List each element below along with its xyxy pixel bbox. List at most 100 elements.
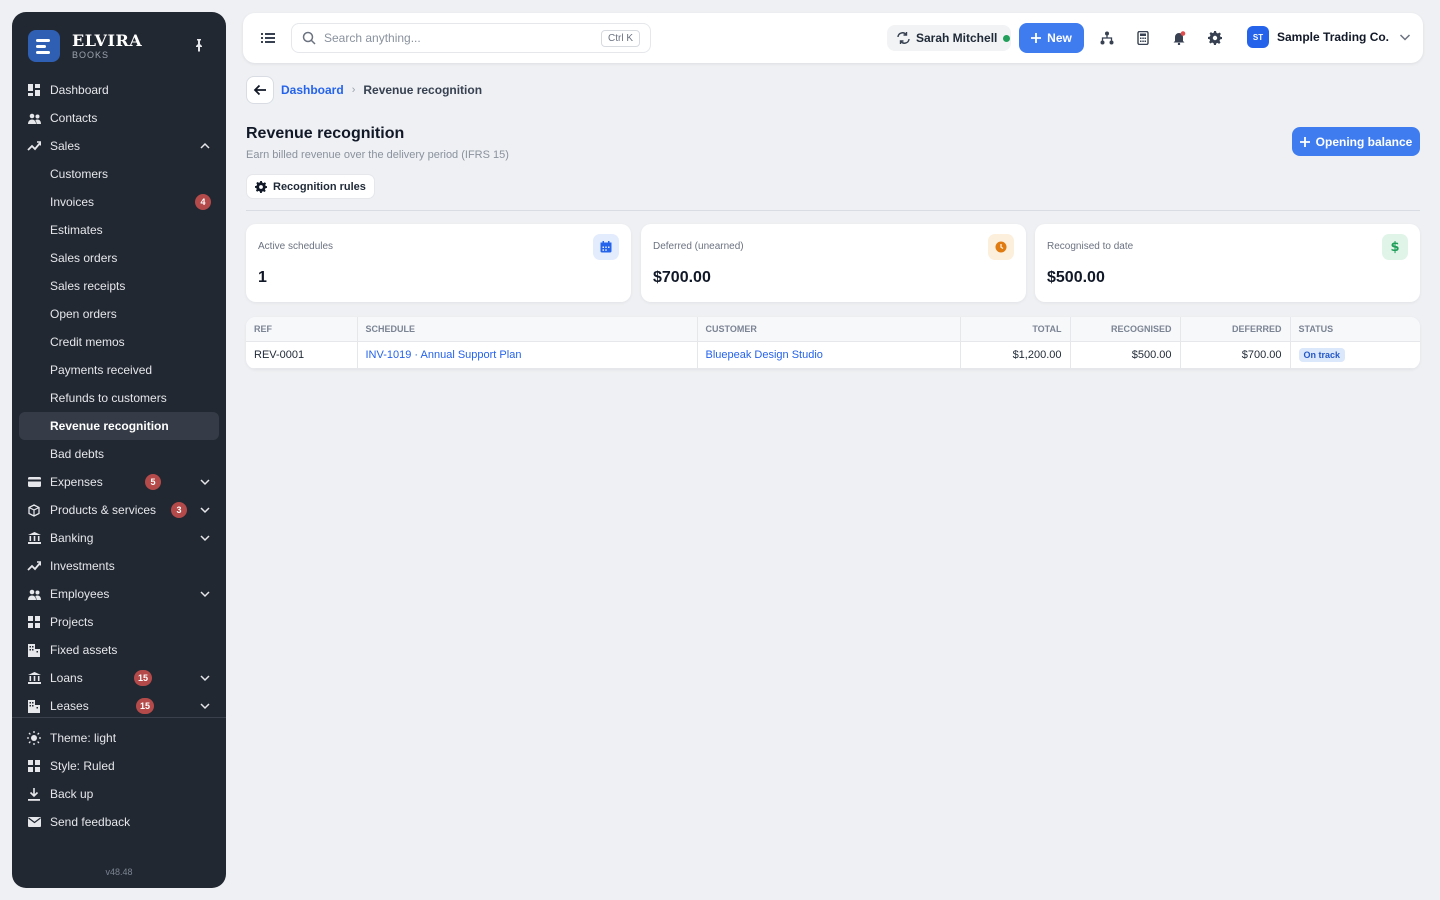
opening-balance-button[interactable]: Opening balance [1292,127,1420,156]
sidebar-item-label: Back up [50,787,94,801]
sidebar-item-label: Invoices [50,195,95,209]
breadcrumb-dashboard-link[interactable]: Dashboard [281,83,344,97]
column-header-customer[interactable]: CUSTOMER [697,317,961,342]
sidebar-item-refunds-to-customers[interactable]: Refunds to customers [19,384,219,412]
chevron-up-icon[interactable] [199,140,211,152]
sidebar-item-customers[interactable]: Customers [19,160,219,188]
sidebar-item-employees[interactable]: Employees [19,580,219,608]
cell-ref: REV-0001 [246,341,358,369]
breadcrumb-current: Revenue recognition [363,83,483,97]
sidebar-item-revenue-recognition[interactable]: Revenue recognition [19,412,219,440]
column-header-total[interactable]: TOTAL [960,317,1071,342]
sidebar-item-banking[interactable]: Banking [19,524,219,552]
company-avatar: ST [1247,26,1269,48]
sidebar-item-estimates[interactable]: Estimates [19,216,219,244]
building-icon [27,699,41,713]
pin-icon[interactable] [192,38,206,52]
building-icon [27,643,41,657]
cell-schedule-link[interactable]: INV-1019 · Annual Support Plan [357,341,698,369]
calculator-icon[interactable] [1136,31,1150,45]
users-icon [27,111,41,125]
user-switcher[interactable]: Sarah Mitchell [887,25,1011,51]
sidebar-nav: Dashboard Contacts Sales Customers Invoi… [19,76,219,720]
send-feedback-button[interactable]: Send feedback [19,808,219,836]
trending-up-icon [27,559,41,573]
sidebar-item-open-orders[interactable]: Open orders [19,300,219,328]
sidebar-item-label: Employees [50,587,110,601]
list-menu-icon[interactable] [261,31,275,45]
sidebar-item-sales[interactable]: Sales [19,132,219,160]
status-badge: On track [1298,347,1346,362]
sidebar-item-investments[interactable]: Investments [19,552,219,580]
cell-recognised: $500.00 [1070,341,1181,369]
chevron-down-icon[interactable] [199,672,211,684]
opening-balance-label: Opening balance [1315,134,1413,149]
column-header-ref[interactable]: REF [246,317,358,342]
sidebar-item-label: Banking [50,531,94,545]
chevron-down-icon[interactable] [199,588,211,600]
top-bar: Search anything... Ctrl K Sarah Mitchell… [243,13,1423,63]
app-version: v48.48 [105,867,133,877]
gear-icon[interactable] [1208,31,1222,45]
sidebar-item-label: Style: Ruled [50,759,115,773]
plus-icon [1299,136,1310,147]
sidebar-item-sales-receipts[interactable]: Sales receipts [19,272,219,300]
chevron-down-icon[interactable] [199,532,211,544]
calendar-icon [593,234,619,260]
sidebar-item-payments-received[interactable]: Payments received [19,356,219,384]
sidebar-item-products-services[interactable]: Products & services 3 [19,496,219,524]
back-up-button[interactable]: Back up [19,780,219,808]
sidebar-item-label: Refunds to customers [50,391,167,405]
sidebar-item-credit-memos[interactable]: Credit memos [19,328,219,356]
recognition-rules-label: Recognition rules [273,180,366,193]
stat-label: Deferred (unearned) [653,241,744,252]
sidebar-item-label: Expenses [50,475,103,489]
new-button-label: New [1047,31,1072,45]
stat-label: Active schedules [258,241,334,252]
brand[interactable]: ELVIRA BOOKS [28,30,142,62]
bank-icon [27,671,41,685]
style-toggle[interactable]: Style: Ruled [19,752,219,780]
chevron-down-icon[interactable] [199,700,211,712]
sidebar-item-loans[interactable]: Loans 15 [19,664,219,692]
bell-icon[interactable] [1172,31,1186,45]
invoices-count-badge: 4 [195,194,211,210]
switch-icon [897,32,910,44]
sidebar-item-projects[interactable]: Projects [19,608,219,636]
sidebar-item-label: Payments received [50,363,153,377]
recognition-rules-button[interactable]: Recognition rules [246,174,375,199]
new-button[interactable]: New [1019,23,1084,53]
user-name: Sarah Mitchell [916,31,998,45]
sidebar-item-leases[interactable]: Leases 15 [19,692,219,720]
sidebar-item-bad-debts[interactable]: Bad debts [19,440,219,468]
company-switcher[interactable]: ST Sample Trading Co. [1247,26,1411,48]
search-input[interactable]: Search anything... Ctrl K [291,23,651,53]
column-header-deferred[interactable]: DEFERRED [1180,317,1291,342]
sidebar-item-invoices[interactable]: Invoices 4 [19,188,219,216]
sidebar-item-label: Customers [50,167,109,181]
table-row[interactable]: REV-0001 INV-1019 · Annual Support Plan … [246,341,1420,369]
chevron-down-icon[interactable] [199,476,211,488]
bank-icon [27,531,41,545]
stat-card-deferred: Deferred (unearned) $700.00 [641,224,1026,302]
sidebar-item-label: Loans [50,671,83,685]
sidebar-item-label: Bad debts [50,447,105,461]
back-button[interactable] [246,76,274,104]
chevron-right-icon: › [351,84,356,96]
chevron-down-icon[interactable] [199,504,211,516]
sidebar-item-fixed-assets[interactable]: Fixed assets [19,636,219,664]
online-status-dot [1003,34,1011,42]
sidebar-item-sales-orders[interactable]: Sales orders [19,244,219,272]
column-header-status[interactable]: STATUS [1290,317,1420,342]
sidebar-item-expenses[interactable]: Expenses 5 [19,468,219,496]
sidebar-item-dashboard[interactable]: Dashboard [19,76,219,104]
cell-customer-link[interactable]: Bluepeak Design Studio [697,341,961,369]
stat-value: $700.00 [653,269,711,286]
theme-toggle[interactable]: Theme: light [19,724,219,752]
org-chart-icon[interactable] [1100,31,1114,45]
column-header-schedule[interactable]: SCHEDULE [357,317,698,342]
sidebar-item-label: Sales [50,139,81,153]
grid-icon [27,759,41,773]
sidebar-item-contacts[interactable]: Contacts [19,104,219,132]
column-header-recognised[interactable]: RECOGNISED [1070,317,1181,342]
